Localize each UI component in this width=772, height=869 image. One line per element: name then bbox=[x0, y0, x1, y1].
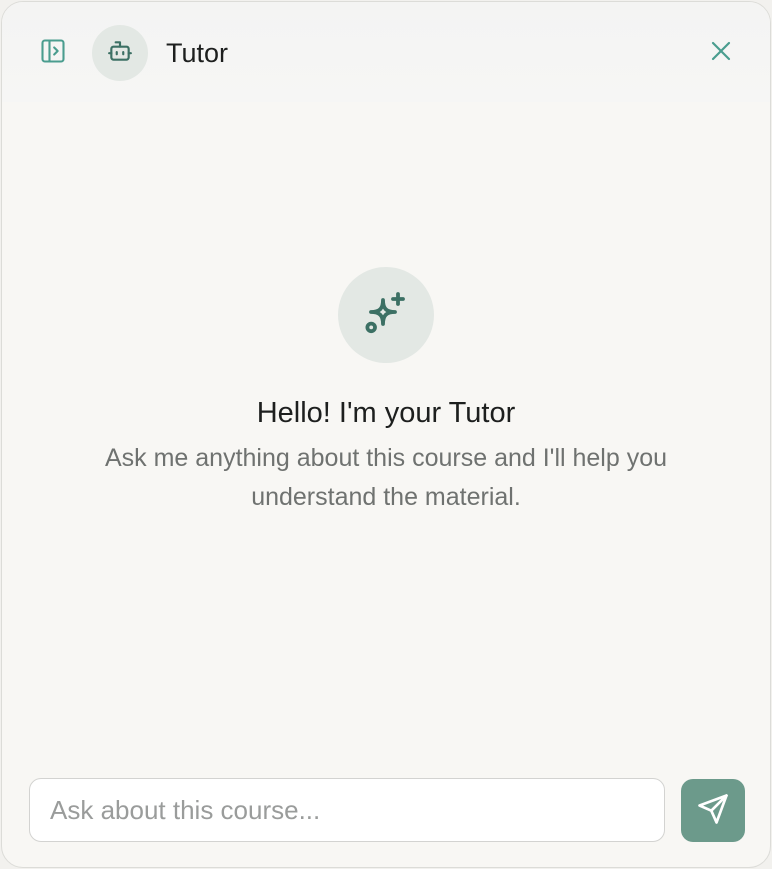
chat-input[interactable] bbox=[29, 778, 665, 842]
sparkles-icon bbox=[362, 289, 410, 342]
tutor-avatar bbox=[92, 25, 148, 81]
send-button[interactable] bbox=[681, 779, 745, 842]
close-icon bbox=[709, 39, 733, 68]
chat-header: Tutor bbox=[2, 2, 770, 102]
welcome-section: Hello! I'm your Tutor Ask me anything ab… bbox=[2, 267, 770, 517]
welcome-title: Hello! I'm your Tutor bbox=[256, 397, 516, 429]
welcome-icon-badge bbox=[338, 267, 434, 363]
send-icon bbox=[696, 792, 730, 829]
chat-composer bbox=[29, 778, 745, 842]
chat-title: Tutor bbox=[166, 38, 229, 68]
panel-toggle-icon bbox=[39, 37, 67, 70]
sidebar-toggle-button[interactable] bbox=[38, 38, 68, 68]
bot-icon bbox=[107, 38, 133, 69]
tutor-chat-panel: Tutor Hello! I'm your Tutor Ask me anyth… bbox=[1, 1, 771, 868]
welcome-subtitle: Ask me anything about this course and I'… bbox=[104, 444, 668, 511]
close-button[interactable] bbox=[707, 39, 735, 67]
